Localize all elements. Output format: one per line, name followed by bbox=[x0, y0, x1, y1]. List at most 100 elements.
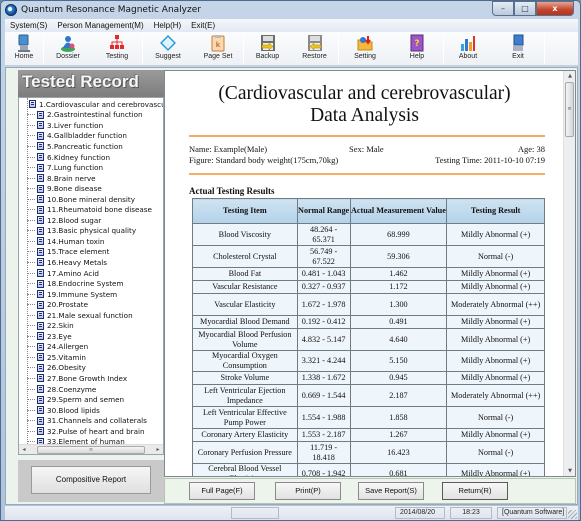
tested-record-item[interactable]: 16.Heavy Metals bbox=[19, 257, 163, 268]
vertical-scrollbar[interactable]: ▲ ≡ ▼ bbox=[563, 71, 575, 476]
cell-result: Mildly Abnormal (+) bbox=[446, 350, 545, 372]
toolbar-label: Suggest bbox=[155, 53, 181, 60]
tested-record-item[interactable]: 3.Liver function bbox=[19, 120, 163, 131]
document-icon bbox=[37, 269, 44, 278]
tree-connector bbox=[27, 145, 35, 147]
help-book-icon: ? bbox=[410, 34, 424, 52]
floppy-backup-icon bbox=[260, 35, 275, 51]
svg-text:k: k bbox=[216, 41, 221, 49]
scroll-right-arrow-icon[interactable]: ▸ bbox=[153, 445, 163, 454]
document-icon bbox=[37, 184, 44, 193]
document-icon bbox=[37, 427, 44, 436]
tested-record-tree: 1.Cardiovascular and cerebrovascular 2.Ga… bbox=[18, 97, 164, 455]
column-header: Actual Measurement Value bbox=[349, 198, 448, 224]
tested-record-item[interactable]: 24.Allergen bbox=[19, 342, 163, 353]
cell-value: 1.858 bbox=[349, 406, 448, 429]
tested-record-label: 17.Amino Acid bbox=[47, 268, 99, 278]
cell-value: 0.491 bbox=[349, 315, 448, 329]
tree-connector bbox=[27, 156, 35, 158]
tested-record-item[interactable]: 10.Bone mineral density bbox=[19, 194, 163, 205]
menu-system[interactable]: System(S) bbox=[5, 21, 52, 30]
horizontal-scrollbar[interactable]: ◂ ≡ ▸ bbox=[19, 444, 163, 454]
return-button[interactable]: Return(R) bbox=[442, 482, 508, 500]
tree-connector bbox=[27, 441, 35, 443]
tree-connector bbox=[27, 430, 35, 432]
tested-record-item[interactable]: 4.Gallbladder function bbox=[19, 131, 163, 142]
tested-record-item[interactable]: 6.Kidney function bbox=[19, 152, 163, 163]
document-icon bbox=[37, 279, 44, 288]
minimize-button[interactable]: – bbox=[492, 1, 514, 16]
print-button[interactable]: Print(P) bbox=[275, 482, 341, 500]
tested-record-item[interactable]: 23.Eye bbox=[19, 331, 163, 342]
tested-record-item[interactable]: 12.Blood sugar bbox=[19, 215, 163, 226]
toolbar-suggest-button[interactable]: Suggest bbox=[143, 32, 193, 66]
menu-help[interactable]: Help(H) bbox=[149, 21, 187, 30]
tested-record-item[interactable]: 13.Basic physical quality bbox=[19, 226, 163, 237]
save-report-button[interactable]: Save Report(S) bbox=[358, 482, 424, 500]
folder-settings-icon bbox=[357, 36, 373, 51]
tested-record-item[interactable]: 19.Immune System bbox=[19, 289, 163, 300]
tested-record-item[interactable]: 20.Prostate bbox=[19, 299, 163, 310]
tested-record-item[interactable]: 32.Pulse of heart and brain bbox=[19, 426, 163, 437]
tested-record-item[interactable]: 5.Pancreatic function bbox=[19, 141, 163, 152]
toolbar-backup-button[interactable]: Backup bbox=[244, 32, 291, 66]
document-icon bbox=[37, 406, 44, 415]
tested-record-item[interactable]: 31.Channels and collaterals bbox=[19, 415, 163, 426]
tested-record-item[interactable]: 21.Male sexual function bbox=[19, 310, 163, 321]
scroll-down-arrow-icon[interactable]: ▼ bbox=[564, 466, 575, 476]
tested-record-item[interactable]: 9.Bone disease bbox=[19, 183, 163, 194]
patient-sex: Sex: Male bbox=[349, 144, 384, 154]
compositive-report-button[interactable]: Compositive Report bbox=[31, 466, 151, 494]
toolbar-about-button[interactable]: About bbox=[444, 32, 492, 66]
tested-record-item[interactable]: 26.Obesity bbox=[19, 363, 163, 374]
tested-record-item[interactable]: 2.Gastrointestinal function bbox=[19, 110, 163, 121]
scroll-left-arrow-icon[interactable]: ◂ bbox=[19, 445, 29, 454]
tested-record-item[interactable]: 29.Sperm and semen bbox=[19, 394, 163, 405]
menu-exit[interactable]: Exit(E) bbox=[186, 21, 220, 30]
toolbar-help-button[interactable]: ? Help bbox=[391, 32, 443, 66]
tested-record-item[interactable]: 25.Vitamin bbox=[19, 352, 163, 363]
tested-record-item[interactable]: 17.Amino Acid bbox=[19, 268, 163, 279]
document-icon bbox=[37, 395, 44, 404]
tested-record-item[interactable]: 22.Skin bbox=[19, 320, 163, 331]
menu-person-management[interactable]: Person Management(M) bbox=[52, 21, 148, 30]
toolbar-restore-button[interactable]: Restore bbox=[291, 32, 338, 66]
tested-record-item[interactable]: 15.Trace element bbox=[19, 247, 163, 258]
tested-record-item[interactable]: 11.Rheumatoid bone disease bbox=[19, 204, 163, 215]
tested-record-label: 26.Obesity bbox=[47, 363, 86, 373]
tested-record-label: 4.Gallbladder function bbox=[47, 131, 127, 141]
close-button[interactable]: x bbox=[536, 1, 574, 16]
vertical-scroll-thumb[interactable]: ≡ bbox=[565, 82, 574, 137]
toolbar-home-button[interactable]: Home bbox=[5, 32, 43, 66]
toolbar-exit-button[interactable]: Exit bbox=[492, 32, 544, 66]
cell-range: 0.327 - 0.937 bbox=[296, 280, 351, 294]
cell-item: Stroke Volume bbox=[192, 371, 298, 385]
tested-record-item[interactable]: 28.Coenzyme bbox=[19, 384, 163, 395]
toolbar-dossier-button[interactable]: Dossier bbox=[44, 32, 92, 66]
horizontal-scroll-thumb[interactable]: ≡ bbox=[37, 446, 145, 454]
toolbar-page-set-button[interactable]: k Page Set bbox=[193, 32, 243, 66]
toolbar-testing-button[interactable]: Testing bbox=[92, 32, 142, 66]
document-icon bbox=[37, 247, 44, 256]
toolbar-setting-button[interactable]: Setting bbox=[339, 32, 391, 66]
tested-record-label: 5.Pancreatic function bbox=[47, 141, 123, 151]
tested-record-item[interactable]: 1.Cardiovascular and cerebrovascular bbox=[19, 99, 163, 110]
tested-record-item[interactable]: 30.Blood lipids bbox=[19, 405, 163, 416]
tested-record-item[interactable]: 14.Human toxin bbox=[19, 236, 163, 247]
results-table: Testing Item Normal Range Actual Measure… bbox=[192, 198, 545, 476]
cell-item: Cholesterol Crystal bbox=[192, 245, 298, 268]
tested-record-item[interactable]: 8.Brain nerve bbox=[19, 173, 163, 184]
tested-record-item[interactable]: 27.Bone Growth Index bbox=[19, 373, 163, 384]
cell-result: Normal (-) bbox=[446, 441, 545, 464]
tree-connector bbox=[27, 409, 35, 411]
cell-value: 59.306 bbox=[349, 245, 448, 268]
tree-connector bbox=[27, 135, 35, 137]
tested-record-item[interactable]: 18.Endocrine System bbox=[19, 278, 163, 289]
maximize-button[interactable]: □ bbox=[514, 1, 536, 16]
resize-grip[interactable] bbox=[568, 510, 577, 519]
tested-record-label: 25.Vitamin bbox=[47, 352, 86, 362]
tested-record-item[interactable]: 7.Lung function bbox=[19, 162, 163, 173]
scroll-up-arrow-icon[interactable]: ▲ bbox=[564, 71, 575, 81]
tested-record-label: 6.Kidney function bbox=[47, 152, 111, 162]
full-page-button[interactable]: Full Page(F) bbox=[189, 482, 255, 500]
